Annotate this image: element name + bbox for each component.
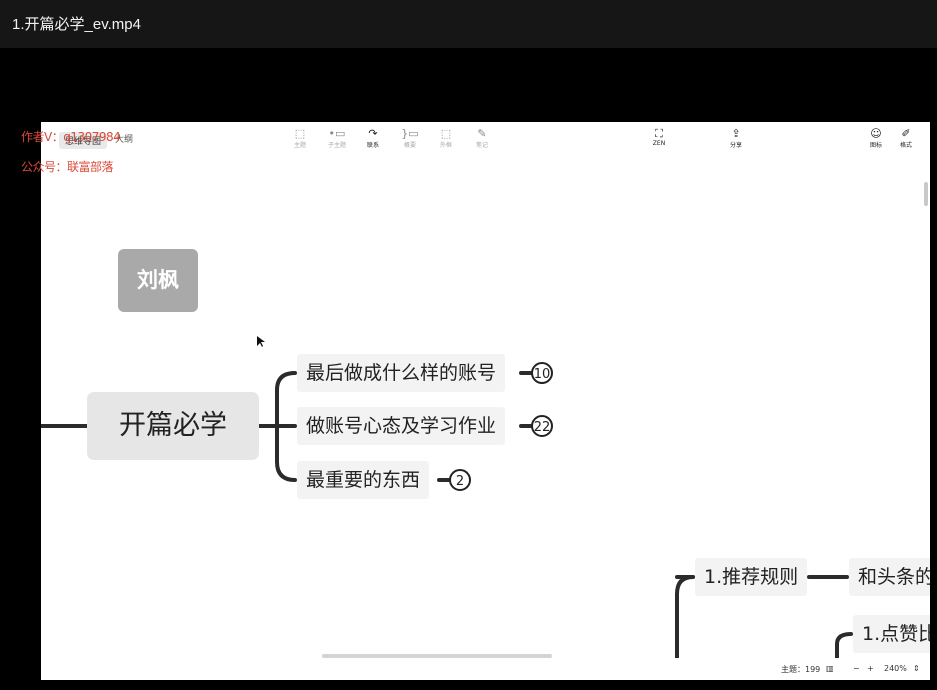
mindmap-app-window: 思维导图 大纲 ⬚ 主题 •▭ 子主题 ↷ 联系 }▭ 概要 ⬚ 外框 ✎ 笔记… <box>41 122 930 680</box>
zoom-stepper-icon[interactable]: ⇕ <box>913 664 920 673</box>
mouse-cursor-icon <box>257 336 265 347</box>
watermark-author: 作者V：q1307984 <box>21 130 121 144</box>
map-view-icon[interactable]: ▥ <box>826 664 834 673</box>
topic-recommendation-rules[interactable]: 1.推荐规则 <box>695 558 808 596</box>
vertical-scrollbar[interactable] <box>924 182 928 206</box>
zoom-in-button[interactable]: + <box>867 664 874 673</box>
collapsed-count-badge[interactable]: 10 <box>531 362 553 384</box>
watermark-account: 公众号：联富部落 <box>21 160 114 174</box>
video-title: 1.开篇必学_ev.mp4 <box>12 16 141 33</box>
floating-topic[interactable]: 刘枫 <box>118 249 198 312</box>
central-topic[interactable]: 开篇必学 <box>87 392 259 460</box>
topic-partial-likes[interactable]: 1.点赞比 <box>853 615 930 653</box>
zoom-level[interactable]: 240% <box>884 664 907 673</box>
zoom-out-button[interactable]: − <box>853 664 860 673</box>
statusbar: 主题：199 ▥ − + 240% ⇕ <box>41 658 930 680</box>
topic-count: 主题：199 <box>781 665 821 674</box>
subtopic-final-account[interactable]: 最后做成什么样的账号 <box>297 354 506 392</box>
collapsed-count-badge[interactable]: 2 <box>449 469 471 491</box>
subtopic-mindset-homework[interactable]: 做账号心态及学习作业 <box>297 407 506 445</box>
topic-partial-right[interactable]: 和头条的 <box>849 558 930 596</box>
video-titlebar: 1.开篇必学_ev.mp4 <box>0 0 937 48</box>
collapsed-count-badge[interactable]: 22 <box>531 415 553 437</box>
subtopic-most-important[interactable]: 最重要的东西 <box>297 461 430 499</box>
